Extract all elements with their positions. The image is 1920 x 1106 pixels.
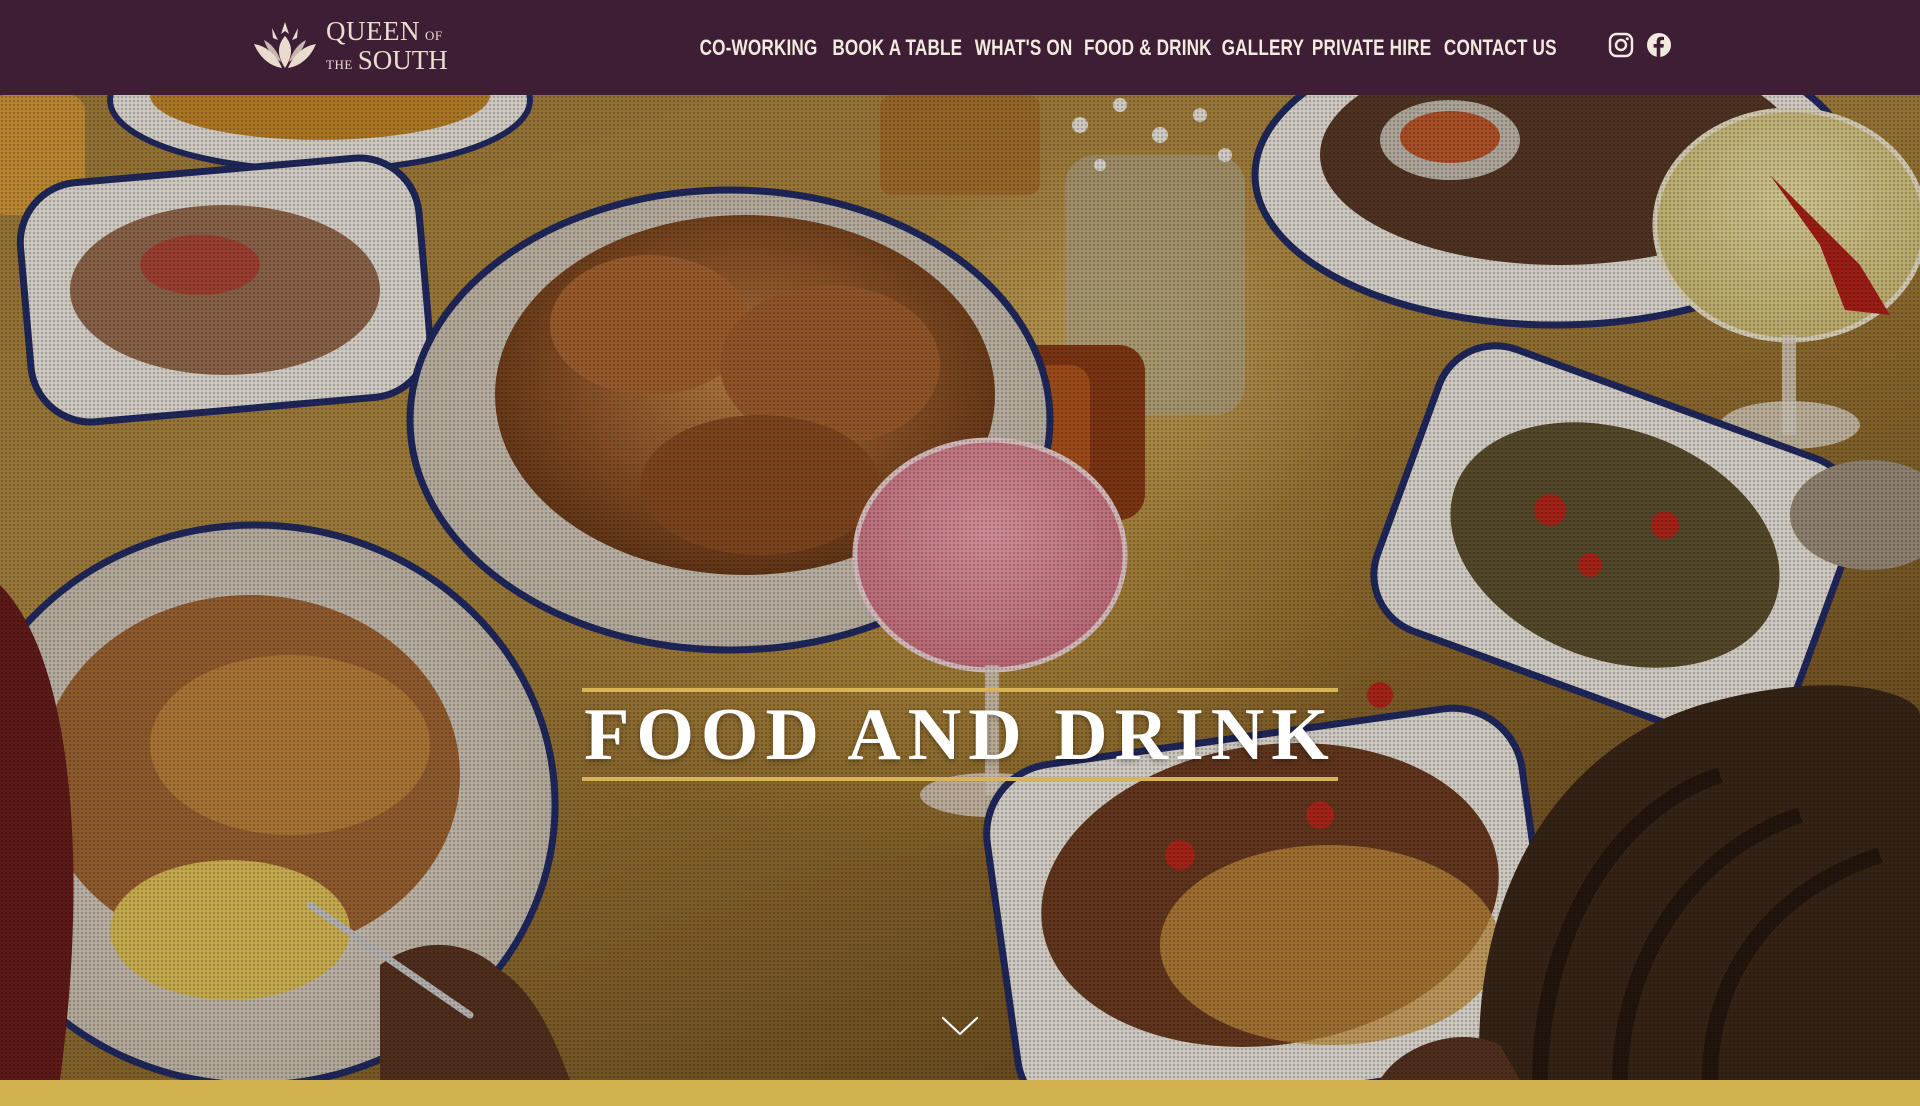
logo-word-of: OF <box>424 28 443 43</box>
gold-band <box>0 1080 1920 1106</box>
hero-section: FOOD AND DRINK <box>0 95 1920 1080</box>
instagram-link[interactable] <box>1608 32 1634 58</box>
logo-word-the: THE <box>326 57 353 72</box>
nav-item-book-a-table[interactable]: BOOK A TABLE <box>832 35 962 61</box>
facebook-link[interactable] <box>1646 32 1672 58</box>
logo-wordmark: QUEEN OF THE SOUTH <box>326 18 448 74</box>
chevron-down-icon <box>941 1016 979 1036</box>
logo-word-south: SOUTH <box>357 45 448 75</box>
logo-word-queen: QUEEN <box>326 16 420 46</box>
hero-title-frame: FOOD AND DRINK <box>582 688 1338 781</box>
site-header: QUEEN OF THE SOUTH CO-WORKING BOOK A TAB… <box>0 0 1920 95</box>
facebook-icon <box>1647 33 1671 57</box>
lotus-crown-logo-icon <box>254 22 316 68</box>
nav-item-whats-on[interactable]: WHAT'S ON <box>974 35 1072 61</box>
nav-item-gallery[interactable]: GALLERY <box>1221 35 1303 61</box>
hero-dot-pattern <box>0 95 1920 1080</box>
main-nav: CO-WORKING BOOK A TABLE WHAT'S ON FOOD &… <box>693 30 1563 66</box>
nav-item-contact-us[interactable]: CONTACT US <box>1444 35 1557 61</box>
nav-item-co-working[interactable]: CO-WORKING <box>700 35 818 61</box>
instagram-icon <box>1608 32 1634 58</box>
hero-title: FOOD AND DRINK <box>584 693 1336 776</box>
nav-item-food-and-drink[interactable]: FOOD & DRINK <box>1084 35 1212 61</box>
scroll-down-button[interactable] <box>941 1015 979 1037</box>
social-links <box>1608 32 1672 58</box>
site-logo[interactable]: QUEEN OF THE SOUTH <box>252 18 452 74</box>
nav-item-private-hire[interactable]: PRIVATE HIRE <box>1312 35 1431 61</box>
